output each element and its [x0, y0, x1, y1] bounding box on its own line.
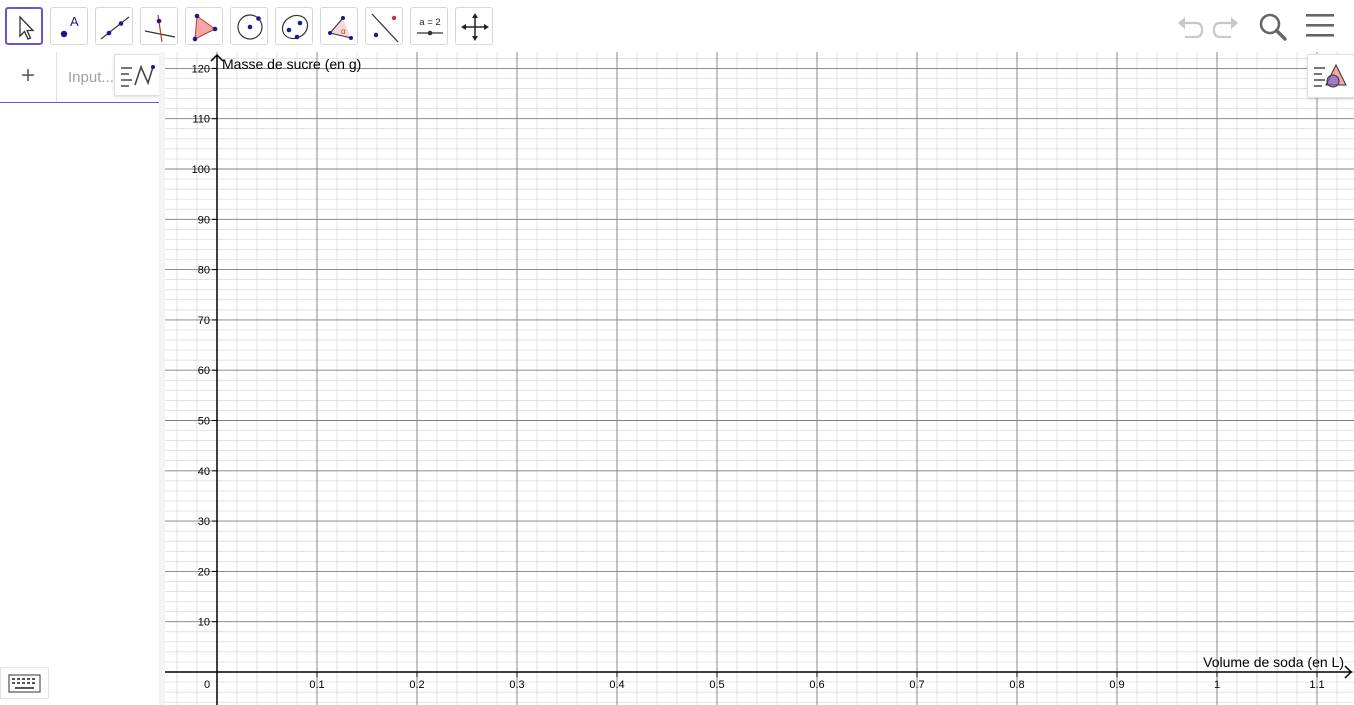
move-arrows-icon	[461, 13, 489, 41]
coordinate-plot[interactable]: 0.1 0.2 0.3 0.4 0.5 0.6 0.7 0.8 0.9 1 1.1 10 20 30 40 5…	[165, 52, 1354, 705]
svg-text:A: A	[70, 14, 79, 29]
minor-grid	[165, 52, 1354, 705]
y-tick-label: 40	[198, 466, 210, 478]
x-tick-label: 1	[1214, 679, 1220, 691]
point-tool-button[interactable]: A	[50, 7, 88, 45]
perpendicular-line-tool-button[interactable]	[140, 7, 178, 45]
line-icon	[100, 16, 130, 40]
x-tick-label: 0.3	[509, 679, 524, 691]
algebra-style-bar-button[interactable]	[114, 54, 160, 96]
y-tick-label: 30	[198, 516, 210, 528]
y-tick-label: 120	[192, 63, 210, 75]
polygon-icon	[192, 13, 218, 42]
ellipse-tool-button[interactable]	[275, 7, 313, 45]
x-tick-label: 0.8	[1009, 679, 1024, 691]
x-tick-label: 0.2	[409, 679, 424, 691]
slider-tool-button[interactable]: a = 2	[410, 7, 448, 45]
ellipse-icon	[281, 14, 309, 40]
x-tick-label: 0.4	[609, 679, 624, 691]
circle-center-point-tool-button[interactable]	[230, 7, 268, 45]
keyboard-icon	[8, 674, 41, 693]
y-tick-label: 100	[192, 164, 210, 176]
slider-icon: a = 2	[417, 17, 443, 36]
origin-label: 0	[204, 679, 210, 691]
y-tick-label: 70	[198, 315, 210, 327]
x-tick-label: 0.9	[1109, 679, 1124, 691]
move-tool-button[interactable]	[5, 7, 43, 45]
x-tick-label: 0.1	[309, 679, 324, 691]
x-axis-label: Volume de soda (en L)	[1203, 654, 1344, 670]
point-icon: A	[60, 14, 79, 38]
angle-tool-button[interactable]: α	[320, 7, 358, 45]
graphics-style-bar-button[interactable]	[1307, 54, 1354, 98]
y-axis-label: Masse de sucre (en g)	[222, 56, 361, 72]
svg-text:a = 2: a = 2	[419, 17, 440, 28]
keyboard-toggle-button[interactable]	[0, 667, 49, 699]
undo-icon[interactable]	[1172, 8, 1208, 44]
y-tick-label: 20	[198, 566, 210, 578]
cursor-arrow-icon	[19, 15, 35, 40]
x-tick-label: 0.7	[909, 679, 924, 691]
perpendicular-icon	[144, 14, 176, 43]
x-tick-label: 0.5	[709, 679, 724, 691]
move-graphics-tool-button[interactable]	[455, 7, 493, 45]
reflect-tool-button[interactable]	[365, 7, 403, 45]
y-tick-label: 10	[198, 617, 210, 629]
graphics-style-icon	[1314, 63, 1347, 88]
search-icon[interactable]	[1255, 8, 1291, 44]
toolbar: A α a = 2	[0, 0, 1354, 52]
menu-icon[interactable]	[1302, 8, 1338, 44]
line-tool-button[interactable]	[95, 7, 133, 45]
y-tick-label: 80	[198, 265, 210, 277]
reflect-icon	[371, 13, 399, 43]
tick-labels: 0.1 0.2 0.3 0.4 0.5 0.6 0.7 0.8 0.9 1 1.1 10 20 30 40 5…	[192, 63, 1325, 691]
polygon-tool-button[interactable]	[185, 7, 223, 45]
algebra-style-icon	[121, 64, 155, 87]
y-tick-label: 50	[198, 416, 210, 428]
x-tick-label: 1.1	[1309, 679, 1324, 691]
algebra-input[interactable]: Input...	[68, 69, 114, 86]
circle-icon	[237, 14, 263, 40]
major-grid	[165, 52, 1354, 705]
graphics-view[interactable]: 0.1 0.2 0.3 0.4 0.5 0.6 0.7 0.8 0.9 1 1.1 10 20 30 40 5…	[165, 52, 1354, 705]
y-tick-label: 90	[198, 214, 210, 226]
y-tick-label: 110	[192, 114, 210, 126]
angle-icon: α	[328, 16, 353, 40]
x-tick-label: 0.6	[809, 679, 824, 691]
algebra-view: + Input...	[0, 52, 160, 705]
svg-text:α: α	[341, 27, 346, 36]
y-tick-label: 60	[198, 365, 210, 377]
redo-icon[interactable]	[1208, 8, 1244, 44]
add-object-button[interactable]: +	[0, 52, 57, 102]
